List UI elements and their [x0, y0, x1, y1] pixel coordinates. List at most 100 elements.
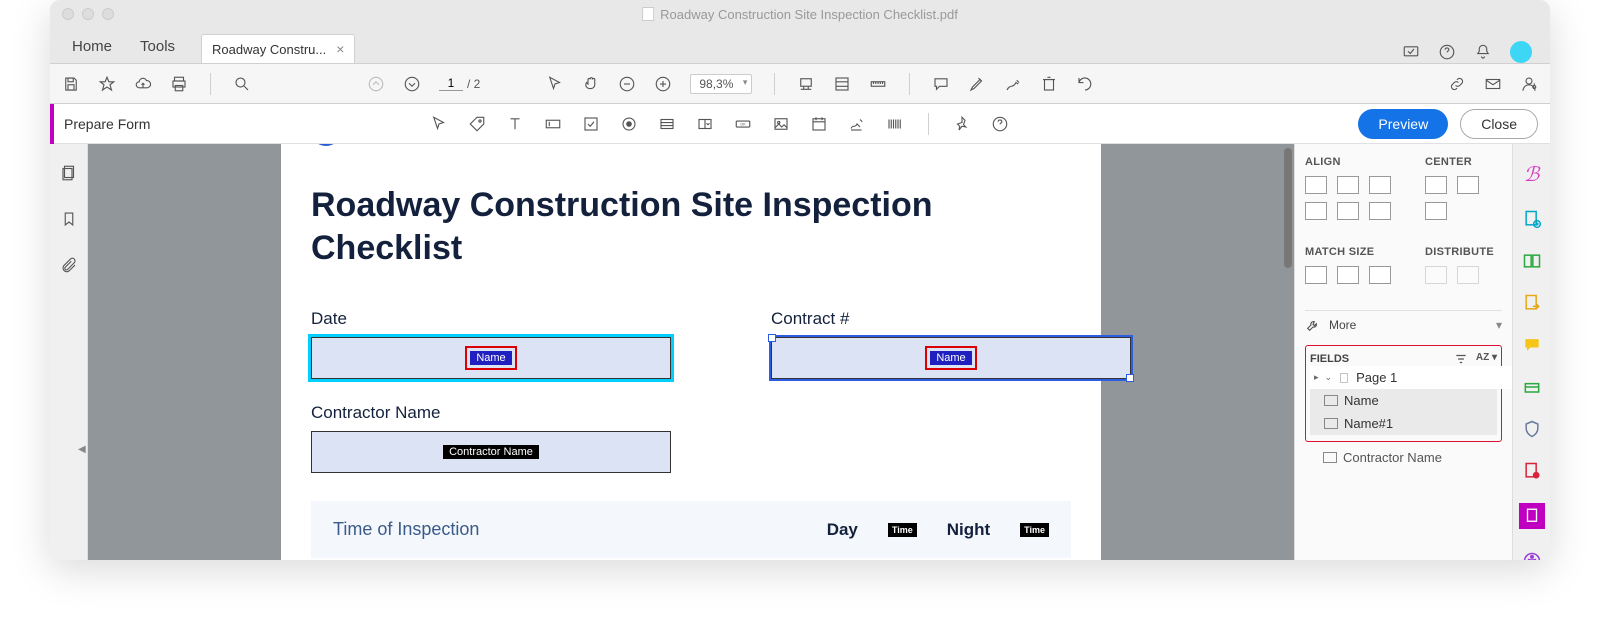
- textfield-tool-icon[interactable]: [544, 115, 562, 133]
- fit-width-icon[interactable]: [797, 75, 815, 93]
- center-v-icon[interactable]: [1457, 176, 1479, 194]
- tree-field-name1[interactable]: Name#1: [1310, 412, 1497, 435]
- zoom-in-icon[interactable]: [654, 75, 672, 93]
- match-heading: MATCH SIZE: [1305, 246, 1391, 258]
- dist-v-icon[interactable]: [1457, 266, 1479, 284]
- page-up-icon[interactable]: [367, 75, 385, 93]
- traffic-min[interactable]: [82, 8, 94, 20]
- traffic-max[interactable]: [102, 8, 114, 20]
- star-icon[interactable]: [98, 75, 116, 93]
- erase-icon[interactable]: [1040, 75, 1058, 93]
- tool-export-icon[interactable]: [1522, 293, 1542, 313]
- close-button[interactable]: Close: [1460, 109, 1538, 139]
- barcode-tool-icon[interactable]: [886, 115, 904, 133]
- tab-home[interactable]: Home: [58, 30, 126, 63]
- tree-field-contractor[interactable]: Contractor Name: [1305, 446, 1502, 469]
- tab-tools[interactable]: Tools: [126, 30, 189, 63]
- tool-protect-icon[interactable]: [1522, 419, 1542, 439]
- tree-page-1[interactable]: ▸⌄Page 1: [1310, 366, 1512, 389]
- center-h-icon[interactable]: [1425, 176, 1447, 194]
- attachment-icon[interactable]: [60, 256, 78, 274]
- text-tool-icon[interactable]: [506, 115, 524, 133]
- tool-create-icon[interactable]: [1522, 209, 1542, 229]
- search-icon[interactable]: [233, 75, 251, 93]
- day-time-field[interactable]: Time: [888, 523, 917, 537]
- more-label: More: [1329, 318, 1356, 332]
- align-vcenter-icon[interactable]: [1337, 202, 1359, 220]
- more-row[interactable]: More ▾: [1305, 310, 1502, 339]
- zoom-value[interactable]: 98,3%: [690, 74, 752, 94]
- contract-field[interactable]: Name: [771, 337, 1131, 379]
- tree-field-name[interactable]: Name: [1310, 389, 1497, 412]
- hand-tool-icon[interactable]: [582, 75, 600, 93]
- pointer-tool-icon[interactable]: [430, 115, 448, 133]
- night-time-field[interactable]: Time: [1020, 523, 1049, 537]
- tool-accessibility-icon[interactable]: [1522, 551, 1542, 560]
- dropdown-tool-icon[interactable]: [696, 115, 714, 133]
- preview-button[interactable]: Preview: [1358, 109, 1448, 139]
- tab-document[interactable]: Roadway Constru... ×: [201, 34, 355, 63]
- display-icon[interactable]: [1402, 43, 1420, 61]
- filter-icon[interactable]: [1454, 352, 1468, 366]
- image-tool-icon[interactable]: [772, 115, 790, 133]
- tool-comment-icon[interactable]: [1522, 335, 1542, 355]
- traffic-close[interactable]: [62, 8, 74, 20]
- share-people-icon[interactable]: [1520, 75, 1538, 93]
- tool-compare-icon[interactable]: [1522, 251, 1542, 271]
- tool-alert-icon[interactable]: !: [1522, 461, 1542, 481]
- link-icon[interactable]: [1448, 75, 1466, 93]
- list-tool-icon[interactable]: [658, 115, 676, 133]
- tab-close-icon[interactable]: ×: [336, 41, 344, 57]
- signature-tool-icon[interactable]: [848, 115, 866, 133]
- undo-icon[interactable]: [1076, 75, 1094, 93]
- cloud-upload-icon[interactable]: [134, 75, 152, 93]
- form-help-icon[interactable]: [991, 115, 1009, 133]
- dist-h-icon[interactable]: [1425, 266, 1447, 284]
- match-h-icon[interactable]: [1337, 266, 1359, 284]
- sort-icon[interactable]: A͏Z ▾: [1476, 352, 1497, 366]
- ruler-icon[interactable]: [869, 75, 887, 93]
- align-hcenter-icon[interactable]: [1337, 176, 1359, 194]
- align-left-icon[interactable]: [1305, 176, 1327, 194]
- bookmark-icon[interactable]: [60, 210, 78, 228]
- tool-scan-icon[interactable]: [1522, 377, 1542, 397]
- align-right-icon[interactable]: [1369, 176, 1391, 194]
- pin-icon[interactable]: [953, 115, 971, 133]
- bell-icon[interactable]: [1474, 43, 1492, 61]
- avatar[interactable]: [1510, 41, 1532, 63]
- page-current-input[interactable]: [439, 76, 463, 91]
- date-field[interactable]: Name: [311, 337, 671, 379]
- match-both-icon[interactable]: [1369, 266, 1391, 284]
- print-icon[interactable]: [170, 75, 188, 93]
- titlebar: Roadway Construction Site Inspection Che…: [50, 0, 1550, 28]
- radio-tool-icon[interactable]: [620, 115, 638, 133]
- pages-panel-icon[interactable]: [60, 164, 78, 182]
- mail-icon[interactable]: [1484, 75, 1502, 93]
- button-tool-icon[interactable]: OK: [734, 115, 752, 133]
- draw-icon[interactable]: [1004, 75, 1022, 93]
- properties-panel: ALIGN CENTER MATCH SIZE DISTRIBUTE: [1294, 144, 1512, 560]
- tool-signature-icon[interactable]: ℬ: [1524, 162, 1540, 187]
- collapse-left-icon[interactable]: ◀: [78, 444, 88, 460]
- select-tool-icon[interactable]: [546, 75, 564, 93]
- highlight-icon[interactable]: [968, 75, 986, 93]
- vertical-scrollbar[interactable]: [1284, 148, 1292, 268]
- tool-form-icon[interactable]: [1519, 503, 1545, 529]
- contractor-field[interactable]: Contractor Name: [311, 431, 671, 473]
- fields-heading: FIELDS: [1310, 353, 1349, 365]
- date-tool-icon[interactable]: [810, 115, 828, 133]
- align-top-icon[interactable]: [1305, 202, 1327, 220]
- document-canvas[interactable]: Roadway Construction Site Inspection Che…: [88, 144, 1294, 560]
- checkbox-tool-icon[interactable]: [582, 115, 600, 133]
- page-down-icon[interactable]: [403, 75, 421, 93]
- form-accent: [50, 104, 54, 144]
- align-bottom-icon[interactable]: [1369, 202, 1391, 220]
- save-icon[interactable]: [62, 75, 80, 93]
- help-icon[interactable]: [1438, 43, 1456, 61]
- match-w-icon[interactable]: [1305, 266, 1327, 284]
- tag-tool-icon[interactable]: [468, 115, 486, 133]
- comment-icon[interactable]: [932, 75, 950, 93]
- center-both-icon[interactable]: [1425, 202, 1447, 220]
- zoom-out-icon[interactable]: [618, 75, 636, 93]
- fit-page-icon[interactable]: [833, 75, 851, 93]
